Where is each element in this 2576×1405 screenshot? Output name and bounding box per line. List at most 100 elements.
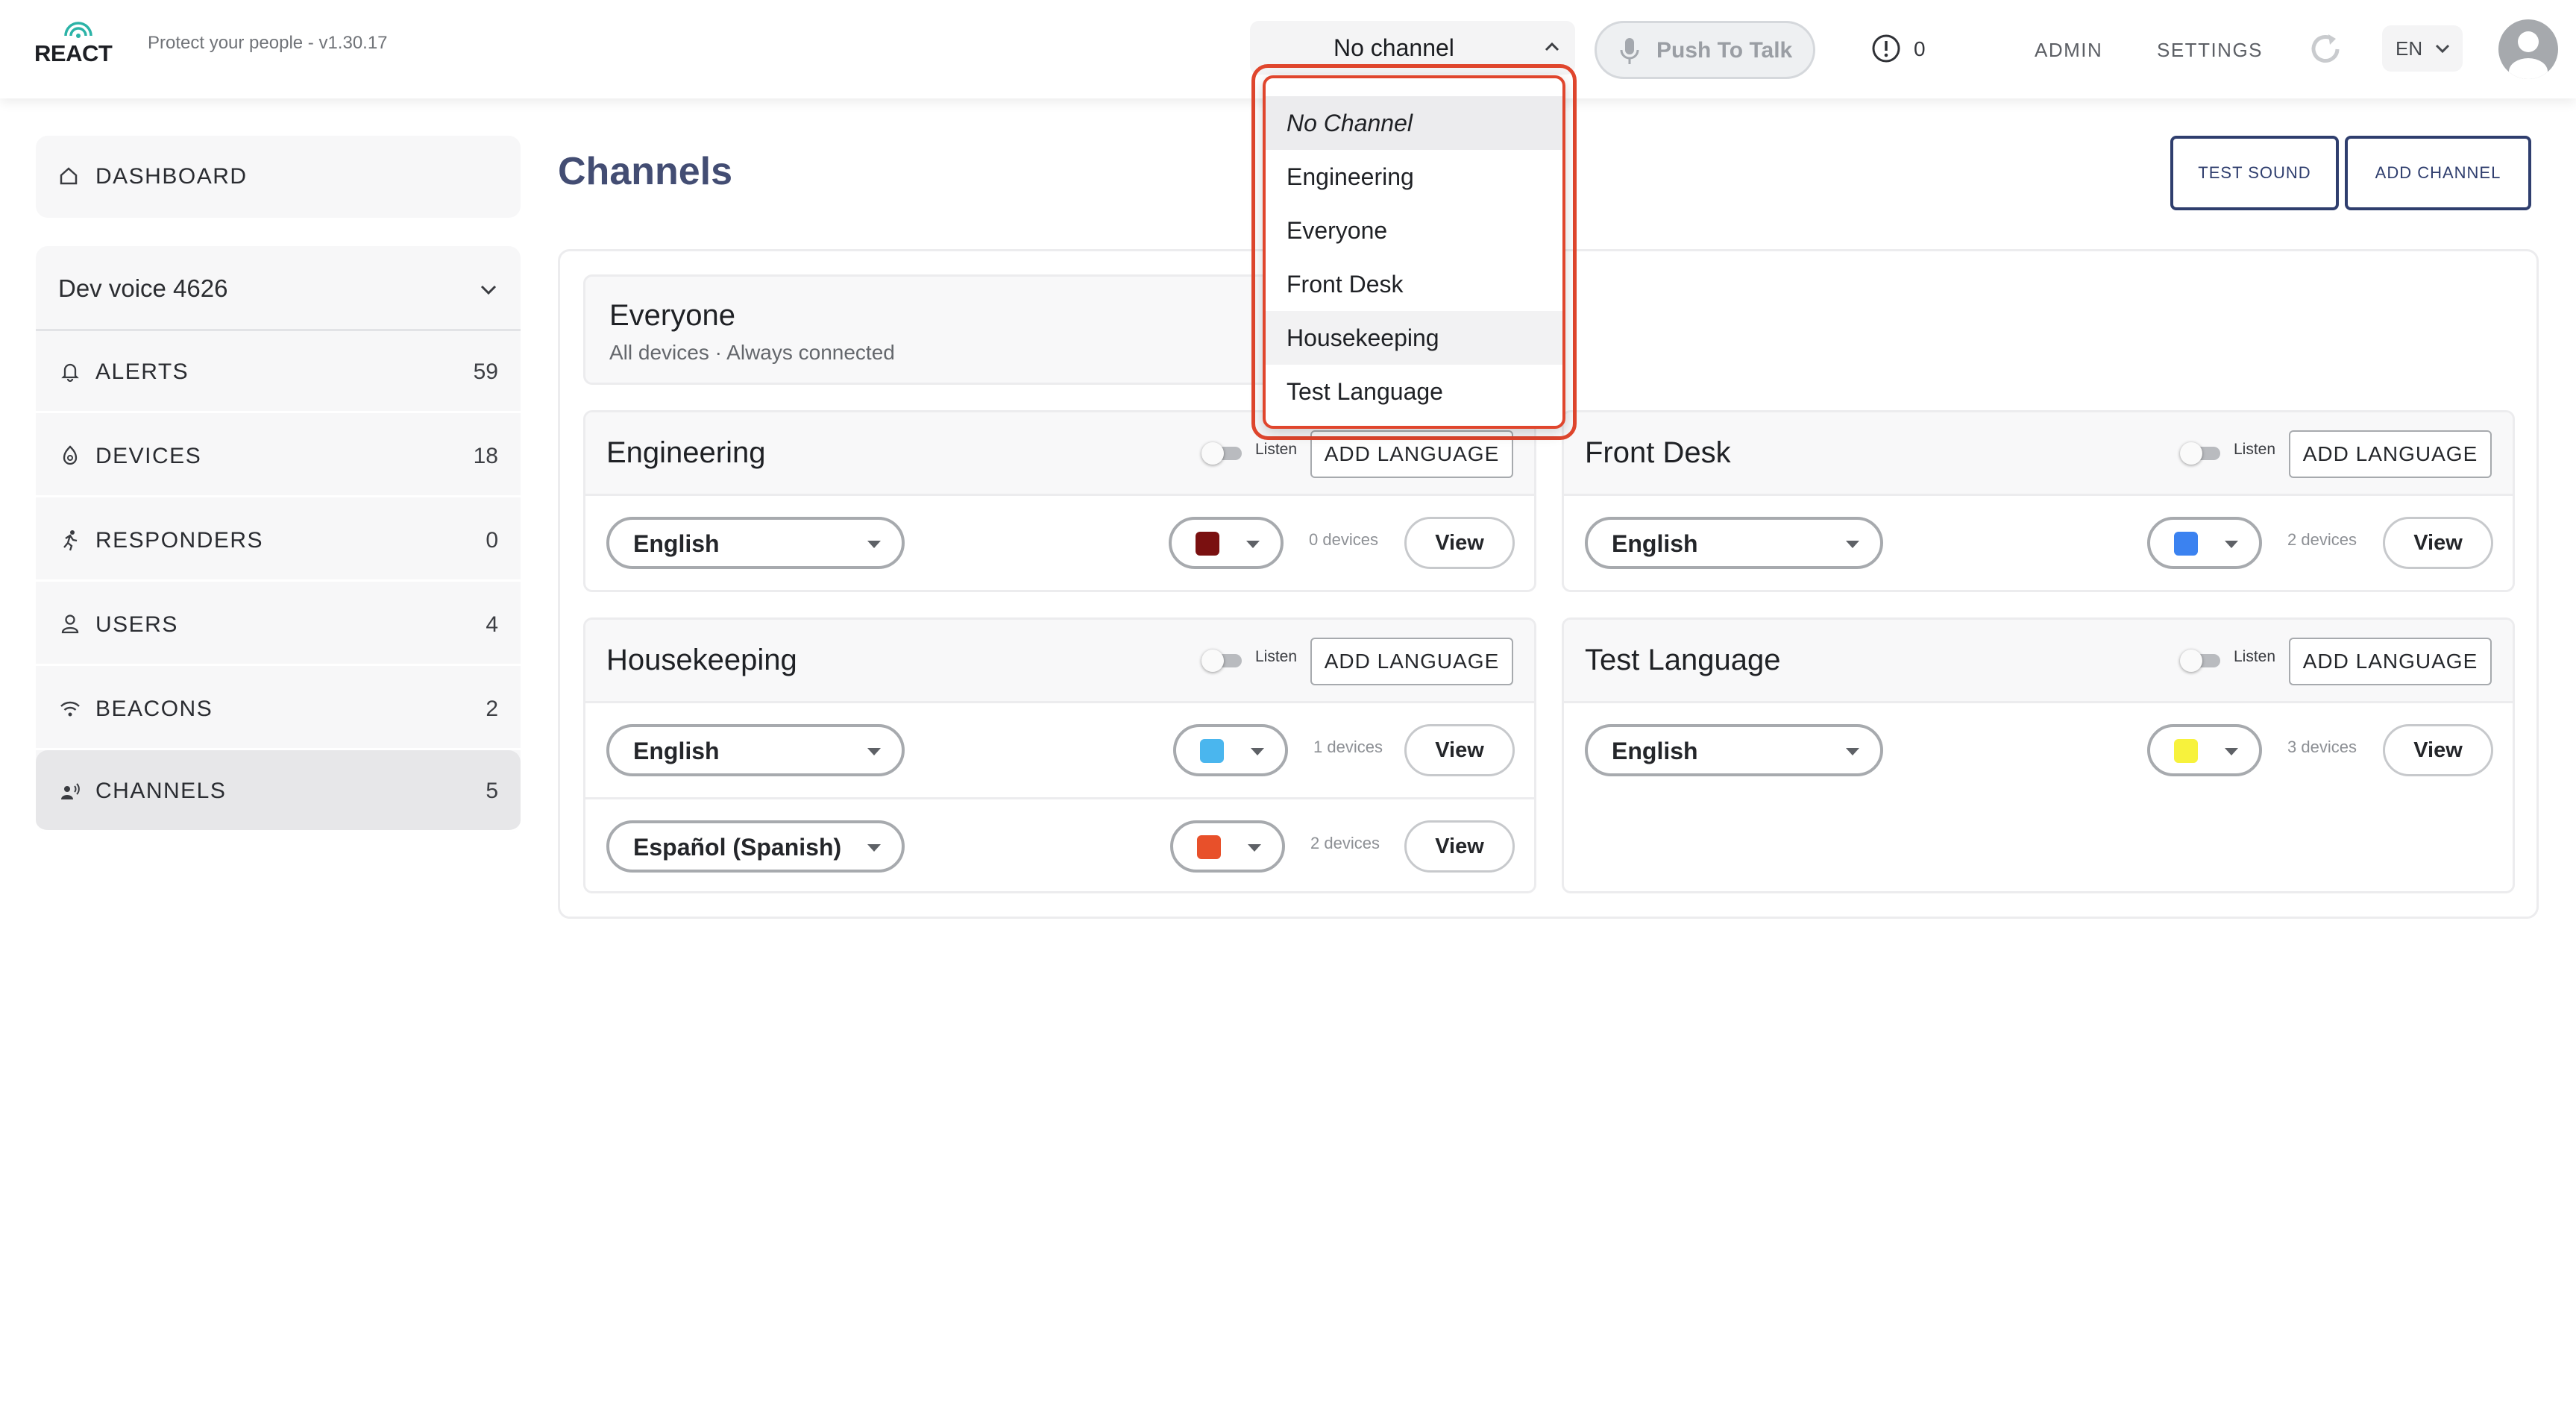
logo-text: REACT: [34, 40, 113, 66]
chevron-down-icon: [480, 285, 497, 295]
view-button[interactable]: View: [1404, 820, 1515, 873]
admin-link[interactable]: ADMIN: [2035, 39, 2102, 62]
channel-card-header: Front Desk Listen ADD LANGUAGE: [1564, 412, 2513, 496]
channel-option-test-language[interactable]: Test Language: [1266, 365, 1562, 418]
sidebar-item-count: 4: [486, 612, 498, 637]
caret-down-icon: [2225, 541, 2238, 548]
language-row: English 1 devices View: [585, 703, 1534, 797]
channel-card-header: Housekeeping Listen ADD LANGUAGE: [585, 620, 1534, 703]
sidebar-item-count: 59: [473, 359, 498, 384]
device-icon: [63, 445, 78, 465]
color-swatch: [1200, 739, 1224, 763]
add-language-button[interactable]: ADD LANGUAGE: [2289, 430, 2492, 478]
org-name: Dev voice 4626: [58, 274, 228, 302]
color-swatch: [2174, 532, 2198, 556]
channel-option-no-channel[interactable]: No Channel: [1266, 96, 1562, 150]
view-button[interactable]: View: [2383, 517, 2493, 569]
language-select-value: Español (Spanish): [633, 834, 842, 861]
language-select[interactable]: English: [606, 517, 905, 569]
language-row: English 2 devices View: [1564, 496, 2513, 590]
color-select[interactable]: [2147, 724, 2262, 776]
add-channel-button[interactable]: ADD CHANNEL: [2345, 136, 2531, 210]
channel-title: Housekeeping: [606, 644, 797, 676]
listen-toggle[interactable]: [1201, 442, 1243, 465]
color-select[interactable]: [2147, 517, 2262, 569]
color-select[interactable]: [1170, 820, 1285, 873]
channel-option-everyone[interactable]: Everyone: [1266, 204, 1562, 257]
chevron-up-icon: [1545, 42, 1559, 51]
home-icon: [60, 167, 78, 185]
color-swatch: [2174, 739, 2198, 763]
add-language-button[interactable]: ADD LANGUAGE: [2289, 638, 2492, 685]
caret-down-icon: [867, 541, 881, 548]
person-icon: [2509, 31, 2548, 79]
active-alerts-count: 0: [1914, 37, 1926, 60]
channel-option-housekeeping[interactable]: Housekeeping: [1266, 311, 1562, 365]
listen-label: Listen: [2234, 648, 2276, 665]
push-to-talk-button[interactable]: Push To Talk: [1595, 21, 1815, 79]
view-button[interactable]: View: [1404, 724, 1515, 776]
channel-card-test-language: Test Language Listen ADD LANGUAGE Englis…: [1562, 617, 2515, 893]
color-select[interactable]: [1169, 517, 1284, 569]
sidebar-item-responders[interactable]: RESPONDERS 0: [36, 500, 521, 582]
app-logo[interactable]: REACT: [31, 19, 121, 67]
settings-link[interactable]: SETTINGS: [2157, 39, 2263, 62]
color-select[interactable]: [1173, 724, 1288, 776]
sidebar-item-alerts[interactable]: ALERTS 59: [36, 331, 521, 413]
channel-select-value: No channel: [1333, 34, 1454, 61]
sidebar-item-dashboard[interactable]: DASHBOARD: [36, 136, 521, 218]
running-person-icon: [63, 530, 78, 551]
sidebar-item-users[interactable]: USERS 4: [36, 584, 521, 666]
view-button[interactable]: View: [1404, 517, 1515, 569]
device-count: 1 devices: [1313, 738, 1383, 756]
color-swatch: [1197, 835, 1221, 859]
channel-title: Engineering: [606, 436, 766, 469]
caret-down-icon: [2225, 748, 2238, 755]
channel-dropdown-menu: No Channel Engineering Everyone Front De…: [1263, 75, 1565, 429]
microphone-icon: [1620, 38, 1639, 64]
language-select-value: English: [633, 530, 720, 557]
user-icon: [61, 615, 79, 634]
channel-option-engineering[interactable]: Engineering: [1266, 150, 1562, 204]
channel-subtitle: All devices · Always connected: [609, 341, 895, 364]
sidebar-item-beacons[interactable]: BEACONS 2: [36, 668, 521, 750]
listen-toggle[interactable]: [2180, 650, 2222, 672]
add-language-button[interactable]: ADD LANGUAGE: [1310, 638, 1513, 685]
user-avatar[interactable]: [2498, 19, 2558, 79]
language-code: EN: [2396, 37, 2423, 60]
caret-down-icon: [1248, 844, 1261, 852]
push-to-talk-label: Push To Talk: [1656, 38, 1793, 63]
sidebar-item-devices[interactable]: DEVICES 18: [36, 415, 521, 497]
language-select[interactable]: English: [1585, 517, 1883, 569]
language-select[interactable]: English: [606, 724, 905, 776]
view-button[interactable]: View: [2383, 724, 2493, 776]
sidebar-item-label: USERS: [95, 612, 178, 637]
channel-title: Front Desk: [1585, 436, 1731, 469]
language-row: Español (Spanish) 2 devices View: [585, 797, 1534, 891]
active-alerts-indicator[interactable]: 0: [1870, 33, 1953, 66]
sidebar-item-count: 2: [486, 697, 498, 721]
device-count: 2 devices: [1310, 834, 1380, 852]
channel-card-housekeeping: Housekeeping Listen ADD LANGUAGE English…: [583, 617, 1536, 893]
sidebar-item-label: RESPONDERS: [95, 528, 264, 553]
test-sound-button[interactable]: TEST SOUND: [2170, 136, 2339, 210]
sidebar-item-label: BEACONS: [95, 697, 213, 721]
language-select[interactable]: Español (Spanish): [606, 820, 905, 873]
channel-dropdown-highlight: No Channel Engineering Everyone Front De…: [1251, 64, 1577, 440]
color-swatch: [1196, 532, 1219, 556]
listen-label: Listen: [1255, 648, 1298, 665]
sidebar-item-label: DEVICES: [95, 444, 202, 468]
sidebar-item-channels[interactable]: CHANNELS 5: [36, 750, 521, 832]
channel-title: Test Language: [1585, 644, 1781, 676]
bell-icon: [61, 363, 79, 383]
channel-title: Everyone: [609, 299, 735, 332]
listen-toggle[interactable]: [1201, 650, 1243, 672]
listen-toggle[interactable]: [2180, 442, 2222, 465]
language-select[interactable]: EN: [2382, 25, 2463, 72]
device-count: 0 devices: [1309, 530, 1378, 549]
language-select-value: English: [1612, 530, 1698, 557]
language-select[interactable]: English: [1585, 724, 1883, 776]
refresh-icon[interactable]: [2305, 28, 2346, 70]
org-select[interactable]: Dev voice 4626: [36, 246, 521, 331]
channel-option-front-desk[interactable]: Front Desk: [1266, 257, 1562, 311]
